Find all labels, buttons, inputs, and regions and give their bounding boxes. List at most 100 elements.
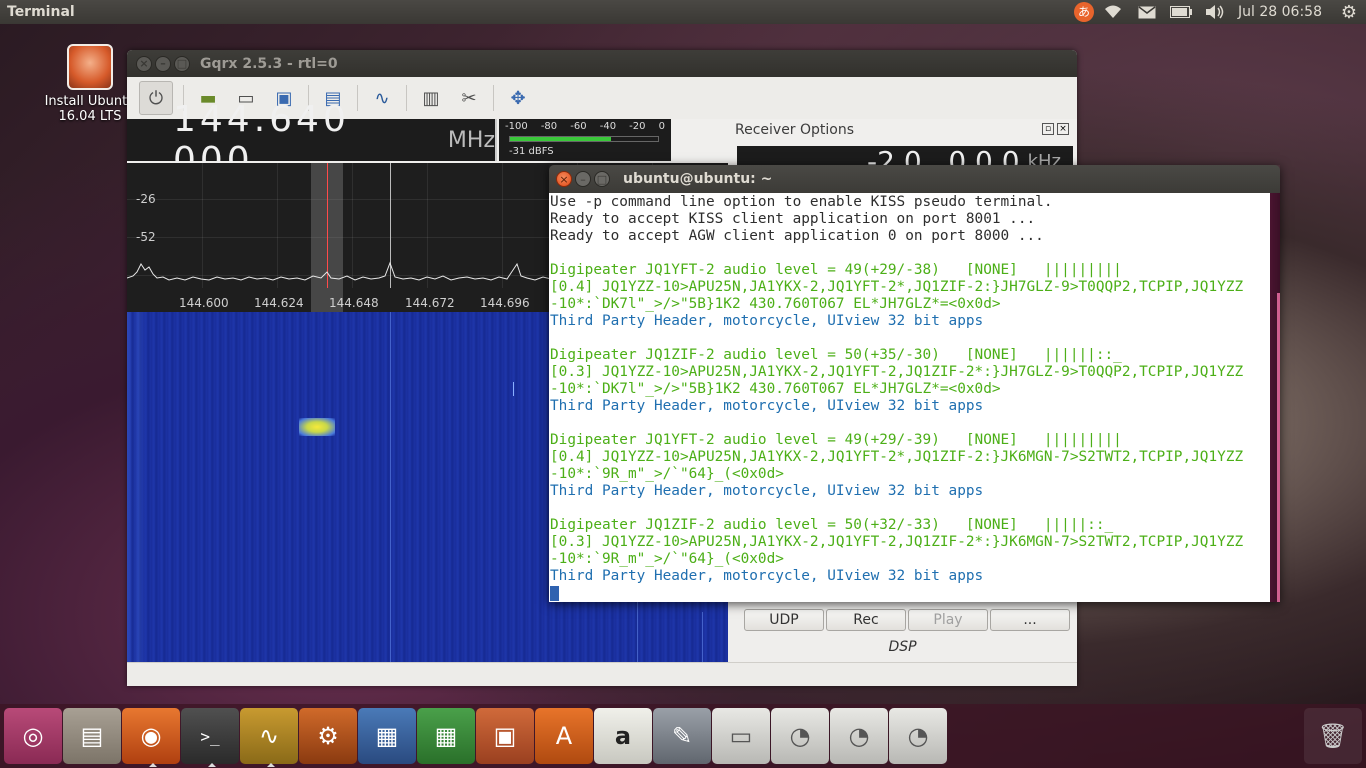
top-panel: Terminal あ Jul 28 06:58 ⚙ — [0, 0, 1366, 24]
undock-icon[interactable]: ▫ — [1042, 123, 1054, 135]
terminal-scrollbar[interactable] — [1270, 193, 1280, 602]
y-tick-label: -52 — [136, 230, 156, 244]
waterfall-carrier-trace — [702, 612, 703, 662]
gqrx-titlebar[interactable]: × – □ Gqrx 2.5.3 - rtl=0 — [127, 50, 1077, 77]
minimize-icon[interactable]: – — [575, 171, 591, 187]
launcher-system-settings[interactable]: ✎ — [653, 708, 711, 764]
input-method-icon[interactable]: あ — [1072, 0, 1096, 24]
launcher-drive-1[interactable]: ▭ — [712, 708, 770, 764]
smeter-tick: -60 — [570, 121, 587, 132]
signal-meter: -100 -80 -60 -40 -20 0 -31 dBFS — [499, 119, 671, 161]
terminal-line: Digipeater JQ1YFT-2 audio level = 49(+29… — [550, 432, 1122, 448]
smeter-level — [510, 137, 611, 141]
terminal-line: Digipeater JQ1ZIF-2 audio level = 50(+35… — [550, 347, 1122, 363]
wrench-gear-icon: ✎ — [671, 722, 693, 750]
clock[interactable]: Jul 28 06:58 — [1232, 4, 1332, 20]
running-indicator — [267, 763, 275, 767]
terminal-output[interactable]: Use -p command line option to enable KIS… — [549, 193, 1270, 602]
smeter-tick: -80 — [540, 121, 558, 132]
toolbar-separator — [493, 85, 494, 111]
play-button[interactable]: Play — [908, 609, 988, 631]
terminal-line: Third Party Header, motorcycle, UIview 3… — [550, 568, 984, 584]
scrollbar-thumb[interactable] — [1277, 293, 1280, 602]
ubuntu-logo-icon: ◎ — [22, 722, 44, 750]
close-icon[interactable]: × — [136, 55, 152, 72]
launcher-trash[interactable]: 🗑 — [1304, 708, 1362, 764]
terminal-prompt-line[interactable] — [550, 585, 1269, 602]
x-tick-label: 144.672 — [405, 296, 455, 310]
terminal-titlebar[interactable]: × – □ ubuntu@ubuntu: ~ — [549, 165, 1280, 193]
terminal-line: Third Party Header, motorcycle, UIview 3… — [550, 483, 984, 499]
launcher: ◎ ▤ ◉ >_ ∿ ⚙ ▦ ▦ ▣ Aa ✎ ▭ ◔ ◔ ◔ 🗑 — [0, 704, 1366, 768]
terminal-line: -10*:`9R_m"_>/`"64}_(<0x0d> — [550, 551, 784, 567]
installer-icon — [67, 44, 113, 90]
terminal-line: Third Party Header, motorcycle, UIview 3… — [550, 398, 984, 414]
frequency-unit: MHz — [447, 127, 495, 153]
terminal-icon: >_ — [200, 726, 220, 746]
launcher-libreoffice-impress[interactable]: ▣ — [476, 708, 534, 764]
tools-icon[interactable]: ✂ — [455, 84, 483, 112]
audio-options-button[interactable]: ... — [990, 609, 1070, 631]
audio-panel: UDP Rec Play ... DSP — [728, 605, 1077, 662]
launcher-software-center[interactable]: A — [535, 708, 593, 764]
disk-icon: ◔ — [848, 722, 870, 750]
smeter-bar — [509, 136, 659, 142]
launcher-app-orange[interactable]: ⚙ — [299, 708, 357, 764]
wifi-icon[interactable] — [1096, 0, 1130, 24]
launcher-files[interactable]: ▤ — [63, 708, 121, 764]
launcher-gqrx[interactable]: ∿ — [240, 708, 298, 767]
active-app-name: Terminal — [7, 4, 75, 20]
waterfall-blip — [513, 382, 514, 396]
spreadsheet-icon: ▦ — [434, 722, 458, 750]
launcher-libreoffice-calc[interactable]: ▦ — [417, 708, 475, 764]
minimize-icon[interactable]: – — [155, 55, 171, 72]
mail-icon[interactable] — [1130, 0, 1164, 24]
terminal-line: -10*:`DK7l"_>/>"5B}1K2 430.760T067 EL*JH… — [550, 296, 1001, 312]
terminal-line: -10*:`9R_m"_>/`"64}_(<0x0d> — [550, 466, 784, 482]
terminal-line: Ready to accept AGW client application 0… — [550, 228, 1044, 244]
firefox-icon: ◉ — [140, 722, 162, 750]
y-tick-label: -26 — [136, 192, 156, 206]
terminal-line: Use -p command line option to enable KIS… — [550, 194, 1053, 210]
x-tick-label: 144.648 — [329, 296, 379, 310]
spectrum-icon: ∿ — [258, 722, 280, 750]
terminal-line: [0.4] JQ1YZZ-10>APU25N,JA1YKX-2,JQ1YFT-2… — [550, 449, 1244, 465]
launcher-drive-2[interactable]: ◔ — [771, 708, 829, 764]
gqrx-title: Gqrx 2.5.3 - rtl=0 — [200, 55, 338, 72]
running-indicator — [208, 763, 216, 767]
desktop-icon-label: Install Ubuntu — [44, 94, 136, 109]
terminal-title: ubuntu@ubuntu: ~ — [623, 171, 773, 187]
launcher-drive-4[interactable]: ◔ — [889, 708, 947, 764]
trash-icon: 🗑 — [1317, 722, 1349, 750]
launcher-drive-3[interactable]: ◔ — [830, 708, 888, 764]
terminal-line: Third Party Header, motorcycle, UIview 3… — [550, 313, 984, 329]
smeter-tick: -40 — [599, 121, 617, 132]
smeter-tick: 0 — [658, 121, 665, 132]
fullscreen-icon[interactable]: ✥ — [504, 84, 532, 112]
launcher-libreoffice-writer[interactable]: ▦ — [358, 708, 416, 764]
record-button[interactable]: Rec — [826, 609, 906, 631]
maximize-icon[interactable]: □ — [594, 171, 610, 187]
smeter-reading: -31 dBFS — [509, 146, 554, 157]
smeter-scale: -100 -80 -60 -40 -20 0 — [499, 119, 671, 132]
amazon-icon: a — [614, 722, 632, 750]
receiver-options-title: Receiver Options — [735, 122, 855, 138]
battery-icon[interactable] — [1164, 0, 1198, 24]
volume-icon[interactable] — [1198, 0, 1232, 24]
desktop-install-ubuntu[interactable]: Install Ubuntu 16.04 LTS — [40, 44, 140, 124]
launcher-terminal[interactable]: >_ — [181, 708, 239, 767]
shopping-bag-icon: A — [555, 722, 573, 750]
close-icon[interactable]: × — [1057, 123, 1069, 135]
close-icon[interactable]: × — [556, 171, 572, 187]
udp-button[interactable]: UDP — [744, 609, 824, 631]
launcher-ubuntu-dash[interactable]: ◎ — [4, 708, 62, 764]
launcher-firefox[interactable]: ◉ — [122, 708, 180, 767]
terminal-line: [0.3] JQ1YZZ-10>APU25N,JA1YKX-2,JQ1YFT-2… — [550, 534, 1244, 550]
terminal-line: [0.4] JQ1YZZ-10>APU25N,JA1YKX-2,JQ1YFT-2… — [550, 279, 1244, 295]
status-bar — [127, 662, 1077, 686]
gear-icon[interactable]: ⚙ — [1332, 0, 1366, 24]
terminal-window: × – □ ubuntu@ubuntu: ~ Use -p command li… — [549, 165, 1280, 602]
launcher-amazon[interactable]: a — [594, 708, 652, 764]
maximize-icon[interactable]: □ — [174, 55, 190, 72]
frequency-display[interactable]: 144.640 000 MHz — [127, 99, 497, 181]
